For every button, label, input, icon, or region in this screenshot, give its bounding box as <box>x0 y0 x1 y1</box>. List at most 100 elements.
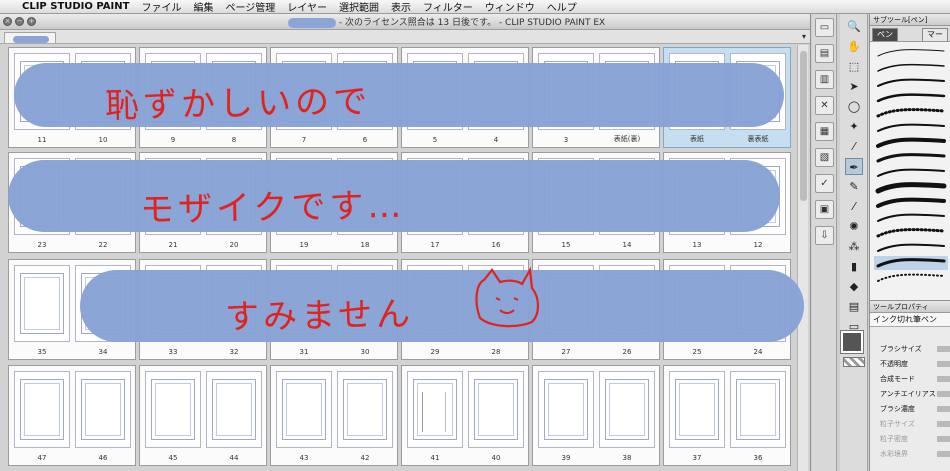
menu-edit[interactable]: 編集 <box>193 0 213 14</box>
brush-preset[interactable] <box>874 151 948 165</box>
tool-property-row[interactable]: アンチエイリアス <box>870 388 950 400</box>
page-thumbnail[interactable] <box>337 371 393 448</box>
page-spread[interactable]: 41 40 <box>401 365 529 466</box>
move-tool-icon[interactable]: ✋ <box>845 38 863 55</box>
brush-preset[interactable] <box>874 106 948 120</box>
menu-help[interactable]: ヘルプ <box>547 0 577 14</box>
page-spread[interactable]: 39 38 <box>532 365 660 466</box>
select-tool-icon[interactable]: ⬚ <box>845 58 863 75</box>
subtool-tabs: ペン マー <box>870 26 950 42</box>
property-slider[interactable] <box>937 451 950 457</box>
magic-wand-icon[interactable]: ✦ <box>845 118 863 135</box>
page-thumbnail[interactable] <box>75 371 131 448</box>
operation-tool-icon[interactable]: ➤ <box>845 78 863 95</box>
zoom-tool-icon[interactable]: 🔍 <box>845 18 863 35</box>
brush-preset[interactable] <box>874 196 948 210</box>
property-slider[interactable] <box>937 376 950 382</box>
eraser-icon[interactable]: ▮ <box>845 258 863 275</box>
page-number: 10 <box>98 136 108 144</box>
tool-property-row[interactable]: ブラシサイズ <box>870 343 950 355</box>
tool-property-row[interactable]: 合成モード <box>870 373 950 385</box>
page-thumbnail[interactable] <box>14 265 70 342</box>
page-spread[interactable]: 43 42 <box>270 365 398 466</box>
page-number: 5 <box>432 136 438 144</box>
page-thumbnail[interactable] <box>145 371 201 448</box>
page-check-icon[interactable]: ✓ <box>815 174 834 193</box>
document-tab[interactable] <box>4 32 56 43</box>
brush-preset[interactable] <box>874 136 948 150</box>
close-icon[interactable]: × <box>3 17 12 26</box>
minimize-icon[interactable]: − <box>15 17 24 26</box>
page-thumbnail[interactable] <box>206 371 262 448</box>
menu-view[interactable]: 表示 <box>391 0 411 14</box>
property-slider[interactable] <box>937 361 950 367</box>
tab-menu-icon[interactable]: ▾ <box>802 32 806 41</box>
transparent-color-swatch[interactable] <box>843 357 865 367</box>
tool-property-row[interactable]: ブラシ濃度 <box>870 403 950 415</box>
brush-preset[interactable] <box>874 61 948 75</box>
brush-preset[interactable] <box>874 121 948 135</box>
airbrush-icon[interactable]: ✺ <box>845 218 863 235</box>
tab-pen[interactable]: ペン <box>872 28 898 41</box>
menu-layer[interactable]: レイヤー <box>287 0 327 14</box>
tool-property-row[interactable]: 粒子密度 <box>870 433 950 445</box>
page-thumbnail[interactable] <box>407 371 463 448</box>
fill-tool-icon[interactable]: ◆ <box>845 278 863 295</box>
insert-page-icon[interactable]: ▥ <box>815 70 834 89</box>
property-slider[interactable] <box>937 421 950 427</box>
brush-preset[interactable] <box>874 181 948 195</box>
brush-preset[interactable] <box>874 226 948 240</box>
page-thumbnail[interactable] <box>276 371 332 448</box>
menu-window[interactable]: ウィンドウ <box>485 0 535 14</box>
brush-preset[interactable] <box>874 211 948 225</box>
page-spread[interactable]: 45 44 <box>139 365 267 466</box>
property-slider[interactable] <box>937 346 950 352</box>
tool-property-row[interactable]: 不透明度 <box>870 358 950 370</box>
page-image-icon[interactable]: ▣ <box>815 200 834 219</box>
page-thumbnail[interactable] <box>468 371 524 448</box>
tab-marker[interactable]: マー <box>922 28 948 41</box>
pencil-tool-icon[interactable]: ✎ <box>845 178 863 195</box>
page-spread[interactable]: 47 46 <box>8 365 136 466</box>
zoom-icon[interactable]: + <box>27 17 36 26</box>
menu-file[interactable]: ファイル <box>141 0 181 14</box>
page-thumbnail[interactable] <box>599 371 655 448</box>
page-thumbnail[interactable] <box>669 371 725 448</box>
main-color-swatch[interactable] <box>840 330 864 354</box>
page-thumbnail[interactable] <box>730 371 786 448</box>
folder-icon[interactable]: ▭ <box>815 18 834 37</box>
tool-property-row[interactable]: 水彩境界 <box>870 448 950 460</box>
brush-preset[interactable] <box>874 241 948 255</box>
brush-preset[interactable] <box>874 256 948 270</box>
gradient-icon[interactable]: ▤ <box>845 298 863 315</box>
brush-preset[interactable] <box>874 46 948 60</box>
menu-filter[interactable]: フィルター <box>423 0 473 14</box>
eyedropper-icon[interactable]: ⁄ <box>845 138 863 155</box>
vertical-scrollbar[interactable] <box>797 45 808 471</box>
add-page-icon[interactable]: ▤ <box>815 44 834 63</box>
tool-property-row[interactable]: 粒子サイズ <box>870 418 950 430</box>
menu-page-manage[interactable]: ページ管理 <box>225 0 275 14</box>
duplicate-page-icon[interactable]: ▦ <box>815 122 834 141</box>
page-spread[interactable]: 37 36 <box>663 365 791 466</box>
brush-tool-icon[interactable]: ⁄ <box>845 198 863 215</box>
brush-preset[interactable] <box>874 91 948 105</box>
app-menu[interactable]: CLIP STUDIO PAINT <box>22 1 129 12</box>
property-slider[interactable] <box>937 391 950 397</box>
brush-preset[interactable] <box>874 271 948 285</box>
page-export-icon[interactable]: ⇩ <box>815 226 834 245</box>
brush-preset[interactable] <box>874 76 948 90</box>
brush-preset[interactable] <box>874 166 948 180</box>
menu-selection[interactable]: 選択範囲 <box>339 0 379 14</box>
property-slider[interactable] <box>937 406 950 412</box>
lasso-tool-icon[interactable]: ◯ <box>845 98 863 115</box>
delete-page-icon[interactable]: ✕ <box>815 96 834 115</box>
decoration-icon[interactable]: ⁂ <box>845 238 863 255</box>
property-slider[interactable] <box>937 436 950 442</box>
page-settings-icon[interactable]: ▧ <box>815 148 834 167</box>
scrollbar-thumb[interactable] <box>800 51 807 201</box>
page-number: 35 <box>37 348 47 356</box>
page-thumbnail[interactable] <box>14 371 70 448</box>
page-thumbnail[interactable] <box>538 371 594 448</box>
pen-tool-icon[interactable]: ✒ <box>845 158 863 175</box>
